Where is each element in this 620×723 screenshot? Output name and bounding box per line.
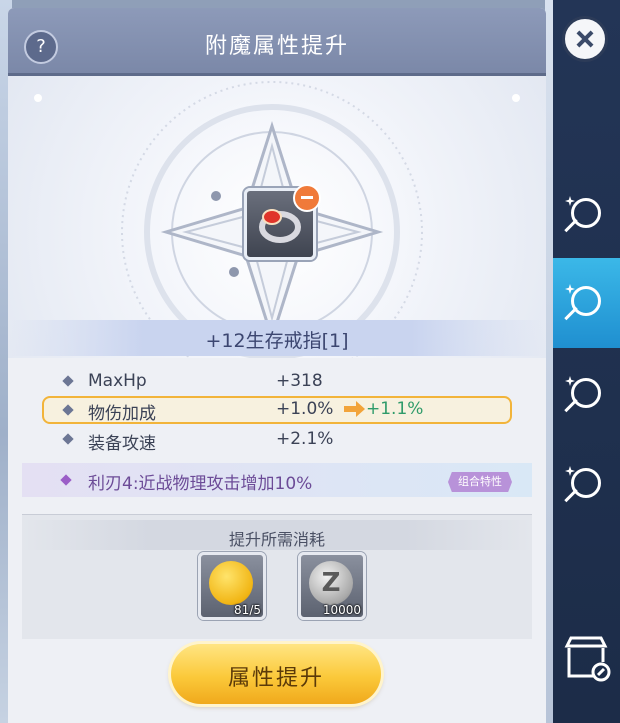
diamond-bullet-icon bbox=[60, 474, 72, 486]
attribute-name: 物伤加成 bbox=[88, 404, 156, 424]
diamond-bullet-icon bbox=[62, 433, 74, 445]
wand-icon bbox=[564, 218, 578, 233]
trait-text: 利刃4:近战物理攻击增加10% bbox=[88, 474, 313, 494]
gold-medal-icon bbox=[209, 561, 253, 605]
close-button[interactable] bbox=[562, 16, 608, 62]
zeny-coin-icon: Z bbox=[309, 561, 353, 605]
tab-enchant-upgrade[interactable] bbox=[553, 258, 620, 348]
wand-icon bbox=[564, 306, 578, 321]
attribute-row-highlighted: 物伤加成 +1.0% +1.1% bbox=[42, 396, 512, 424]
diamond-bullet-icon bbox=[62, 375, 74, 387]
attribute-row: MaxHp +318 bbox=[38, 368, 518, 396]
wand-icon bbox=[564, 488, 578, 503]
attribute-value: +2.1% bbox=[276, 429, 334, 449]
panel-title: 附魔属性提升 bbox=[204, 34, 349, 59]
attribute-name: 装备攻速 bbox=[88, 434, 156, 454]
attribute-value: +318 bbox=[276, 371, 323, 391]
diamond-bullet-icon bbox=[62, 404, 74, 416]
enchant-list-icon bbox=[571, 468, 601, 498]
cost-item-slot[interactable]: Z 10000 bbox=[298, 552, 366, 620]
combo-trait-row: 利刃4:近战物理攻击增加10% 组合特性 bbox=[22, 463, 532, 497]
attribute-row: 装备攻速 +2.1% bbox=[38, 426, 518, 454]
enchant-panel: ? 附魔属性提升 +12生存戒指[1] MaxHp +318 物伤加成 +1.0… bbox=[8, 8, 546, 723]
upgrade-button-label: 属性提升 bbox=[227, 666, 324, 691]
arrow-right-icon bbox=[344, 401, 365, 417]
cost-title: 提升所需消耗 bbox=[228, 530, 325, 549]
remove-item-button[interactable] bbox=[293, 184, 321, 212]
attribute-new-value: +1.1% bbox=[366, 399, 424, 419]
cost-item-slot[interactable]: 81/5 bbox=[198, 552, 266, 620]
background-gap bbox=[545, 0, 553, 723]
upgrade-attribute-button[interactable]: 属性提升 bbox=[171, 644, 381, 704]
shop-icon[interactable] bbox=[561, 632, 611, 682]
cost-quantity: 81/5 bbox=[234, 603, 261, 617]
attribute-name: MaxHp bbox=[88, 371, 147, 391]
tab-enchant-list[interactable] bbox=[553, 440, 620, 530]
trait-tag: 组合特性 bbox=[448, 472, 512, 492]
enchant-refresh-icon bbox=[571, 378, 601, 408]
tab-enchant[interactable] bbox=[553, 170, 620, 260]
attribute-value: +1.0% bbox=[276, 399, 334, 419]
item-name: +12生存戒指[1] bbox=[205, 330, 349, 352]
cost-quantity: 10000 bbox=[322, 603, 361, 617]
wand-icon bbox=[564, 398, 578, 413]
panel-header: ? 附魔属性提升 bbox=[8, 8, 546, 76]
enchant-wand-icon bbox=[571, 198, 601, 228]
tab-enchant-refresh[interactable] bbox=[553, 350, 620, 440]
enchant-upgrade-icon bbox=[571, 286, 601, 316]
